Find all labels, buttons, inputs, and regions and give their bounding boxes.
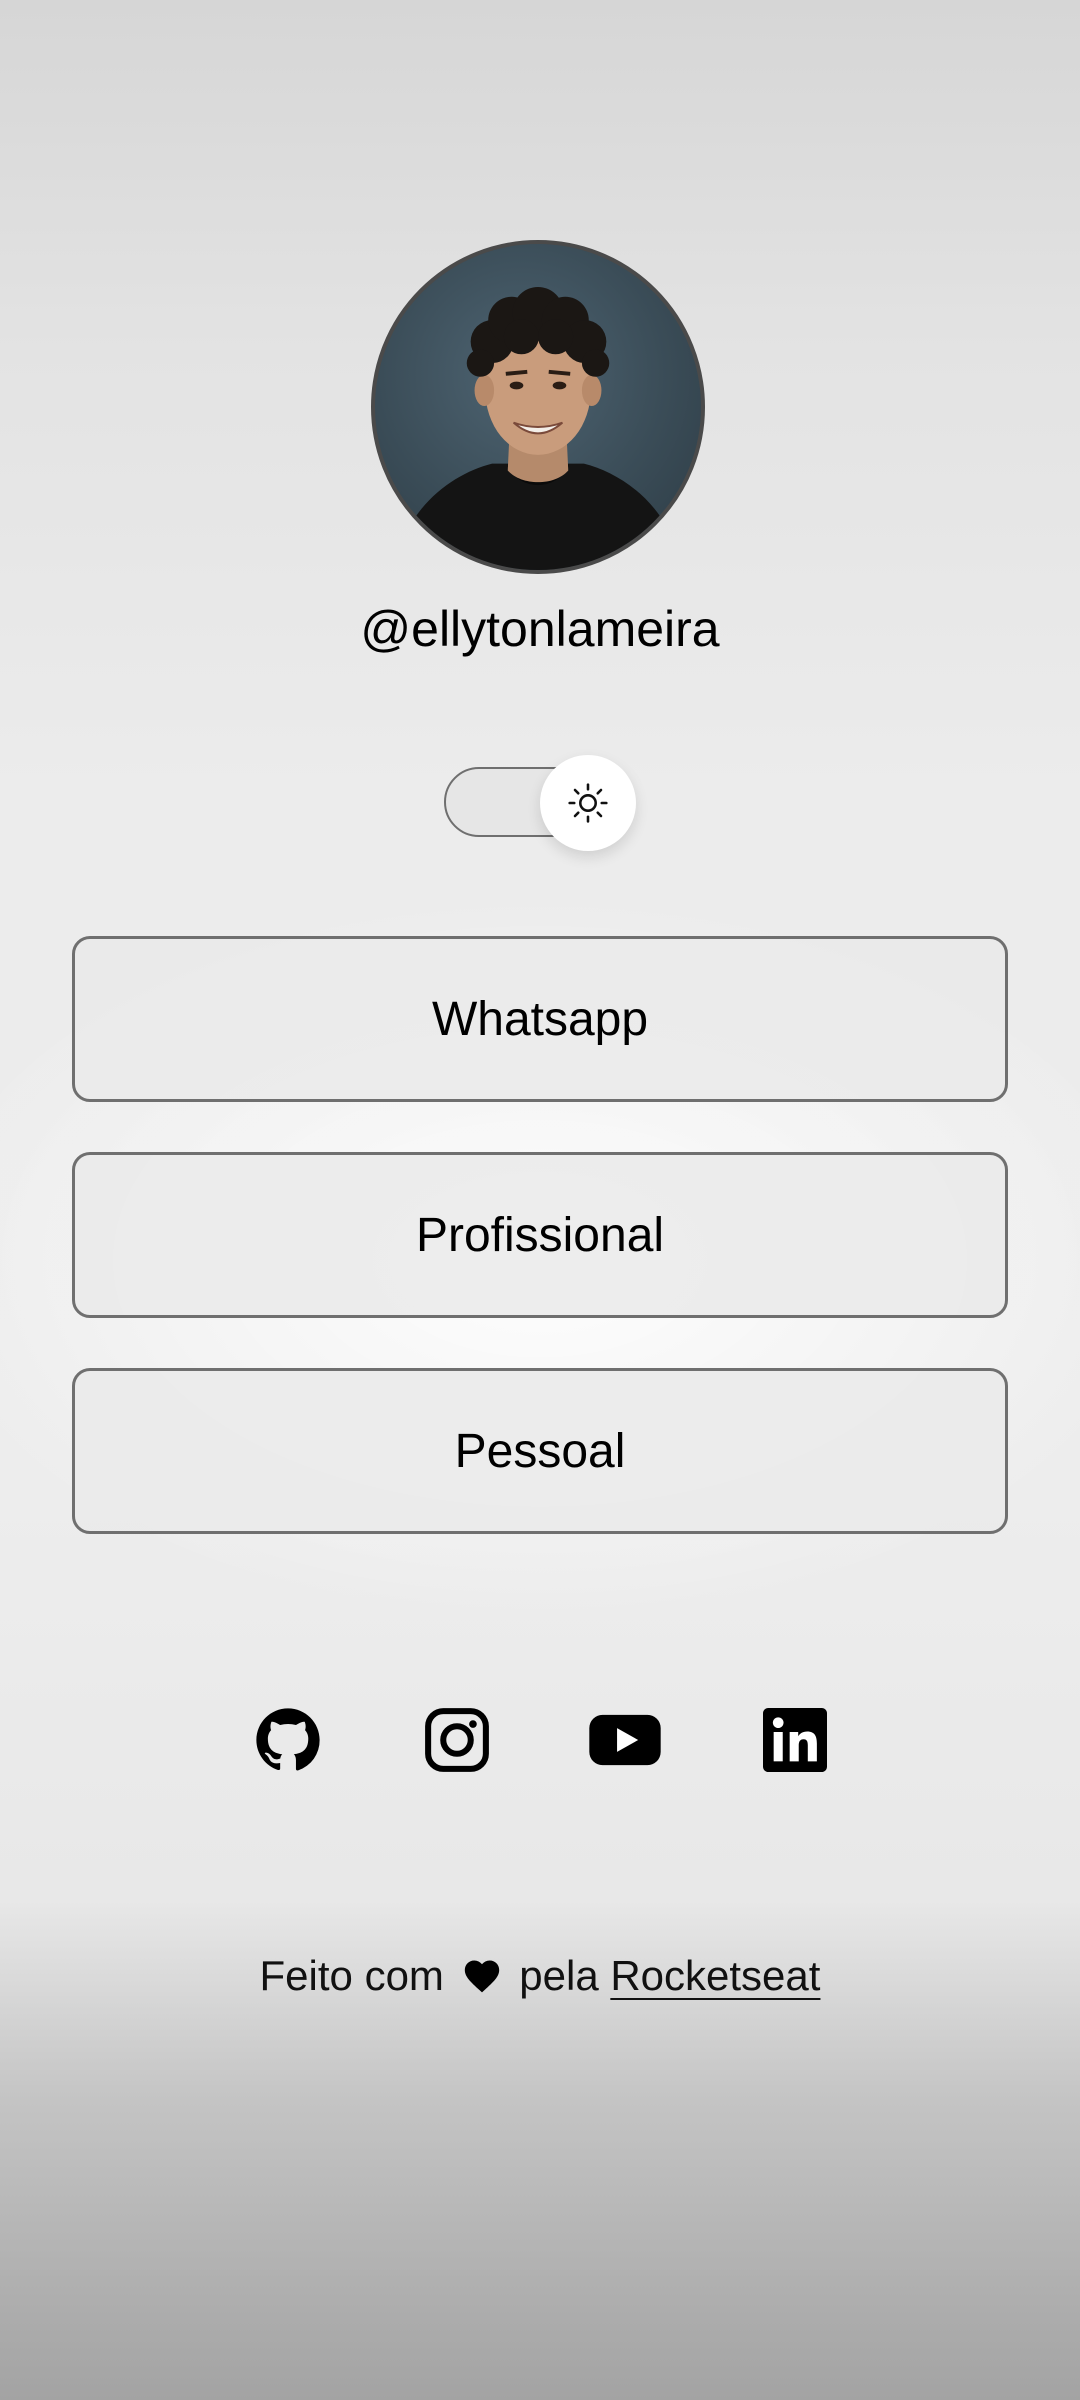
linkedin-icon: [763, 1708, 827, 1772]
instagram-icon: [425, 1708, 489, 1772]
toggle-knob[interactable]: [540, 755, 636, 851]
heart-icon: [462, 1956, 502, 2004]
profile-handle: @ellytonlameira: [360, 601, 720, 657]
footer: Feito com pela Rocketseat: [0, 1952, 1080, 2004]
avatar: [371, 240, 705, 574]
github-link[interactable]: [253, 1705, 323, 1775]
linkedin-link[interactable]: [760, 1705, 830, 1775]
profile-photo: [394, 286, 682, 570]
footer-prefix: Feito com: [259, 1952, 444, 1999]
theme-toggle[interactable]: [444, 755, 636, 851]
personal-link-button[interactable]: Pessoal: [72, 1368, 1008, 1534]
instagram-link[interactable]: [422, 1705, 492, 1775]
github-icon: [256, 1708, 320, 1771]
rocketseat-link[interactable]: Rocketseat: [610, 1952, 820, 1999]
whatsapp-link-button[interactable]: Whatsapp: [72, 936, 1008, 1102]
sun-icon: [568, 783, 608, 823]
youtube-icon: [589, 1714, 661, 1766]
professional-link-button[interactable]: Profissional: [72, 1152, 1008, 1318]
footer-middle: pela: [519, 1952, 599, 1999]
youtube-link[interactable]: [588, 1705, 662, 1775]
